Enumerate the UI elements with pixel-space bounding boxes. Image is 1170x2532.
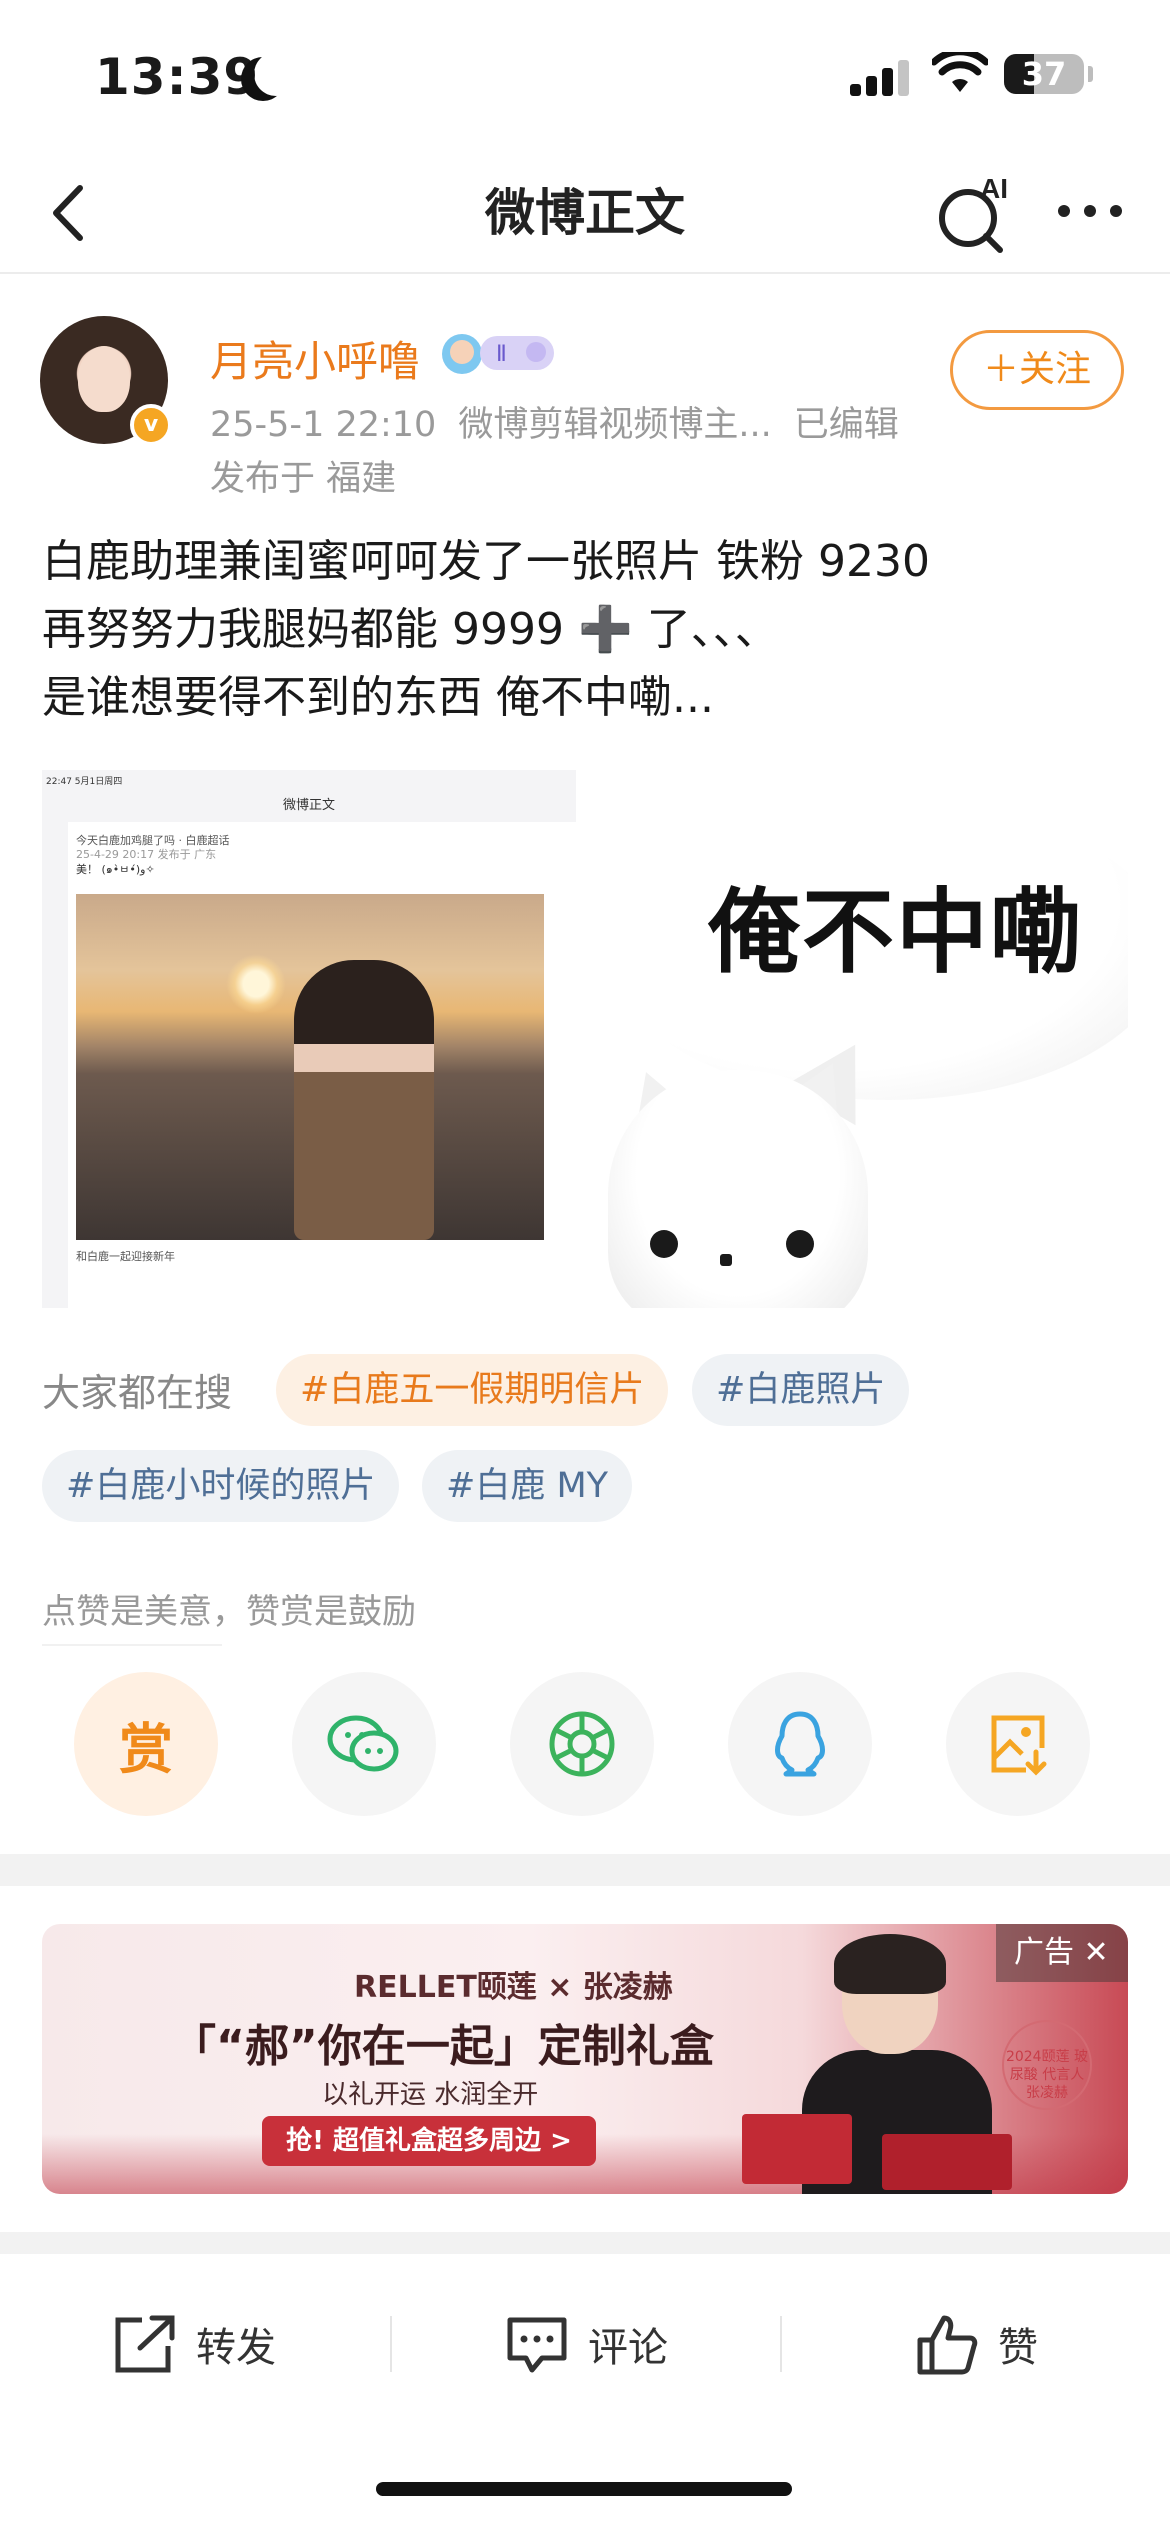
trending-tag[interactable]: #白鹿小时候的照片 [42,1450,400,1522]
reward-caption: 点赞是美意，赞赏是鼓励 [42,1592,416,1632]
mini-title: 微博正文 [282,798,335,813]
moon-icon [254,52,298,96]
trending-label: 大家都在搜 [42,1371,233,1415]
reward-label: 赏 [119,1717,173,1781]
post-location: 发布于 福建 [210,459,397,499]
like-label: 赞 [998,2325,1038,2371]
qq-icon [775,1711,825,1777]
ad-seal: 2024颐莲 玻尿酸 代言人 张凌赫 [1002,2020,1092,2110]
post-text-line: 白鹿助理兼闺蜜呵呵发了一张照片 铁粉 9230 [42,536,930,587]
share-moments-button[interactable] [510,1672,654,1816]
section-divider [0,2232,1170,2254]
ad-subline: 以礼开运 水润全开 [322,2080,539,2110]
wifi-icon [932,52,988,92]
ad-banner[interactable]: RELLET颐莲 × 张凌赫 「“郝”你在一起」定制礼盒 以礼开运 水润全开 抢… [42,1924,1128,2194]
ai-search-icon[interactable]: AI [930,168,1020,258]
divider [42,1644,222,1646]
follow-button[interactable]: ＋关注 [950,330,1124,410]
mini-status: 22:47 5月1日周四 [46,777,123,787]
edited-label[interactable]: 已编辑 [794,405,899,445]
comment-icon [507,2317,567,2373]
mini-footer: 和白鹿一起迎接新年 [76,1250,175,1263]
post-meta: 25-5-1 22:10 微博剪辑视频博主... 已编辑 [210,396,921,447]
save-image-button[interactable] [946,1672,1090,1816]
cat-eye [786,1230,814,1258]
repost-label: 转发 [196,2325,276,2371]
ad-brand: RELLET颐莲 × 张凌赫 [354,1970,673,2005]
ad-close-badge[interactable]: 广告 ✕ [996,1924,1128,1982]
post-text: 白鹿助理兼闺蜜呵呵发了一张照片 铁粉 9230 再努努力我腿妈都能 9999 ➕… [42,528,1142,732]
ai-label: AI [980,173,1008,204]
ad-person-hair [834,1934,946,1994]
trending-tag[interactable]: #白鹿 MY [422,1450,633,1522]
section-divider [0,1854,1170,1886]
meme-text: 俺不中嘞 [708,879,1085,986]
share-wechat-button[interactable] [292,1672,436,1816]
battery-cap [1088,66,1093,82]
svg-text:Ⅱ: Ⅱ [496,342,507,367]
post-image-screenshot[interactable]: 22:47 5月1日周四 微博正文 今天白鹿加鸡腿了吗 · 白鹿超话 25-4-… [42,770,576,1308]
nav-bar: 微博正文 AI [0,150,1170,274]
mini-photo [76,894,544,1240]
post-image-meme[interactable]: 俺不中嘞 [588,770,1128,1308]
bottom-toolbar: 转发 评论 赞 [0,2262,1170,2426]
comment-label: 评论 [588,2325,668,2371]
like-button[interactable]: 赞 [914,2262,1038,2426]
toolbar-separator [780,2316,782,2372]
mini-text: 美！ (๑•̀ㅂ•́)و✧ [76,863,155,876]
post-source: 微博剪辑视频博主... [458,405,772,445]
mini-girl [294,960,434,1240]
repost-button[interactable]: 转发 [112,2262,276,2426]
save-image-icon [991,1715,1047,1776]
post-date: 25-5-1 22:10 [210,405,437,445]
ad-gift-box [882,2134,1012,2190]
post-text-line: 是谁想要得不到的东西 俺不中嘞... [42,672,714,723]
battery-level: 37 [1021,55,1067,93]
share-qq-button[interactable] [728,1672,872,1816]
toolbar-separator [390,2316,392,2372]
signal-icon [850,60,910,96]
reward-button[interactable]: 赏 [74,1672,218,1816]
cat-eye [650,1230,678,1258]
ad-cta-button[interactable]: 抢! 超值礼盒超多周边 > [262,2116,596,2166]
battery-icon: 37 [1004,54,1084,94]
comment-button[interactable]: 评论 [504,2262,668,2426]
cat-illustration [608,1070,868,1308]
trending-tag[interactable]: #白鹿五一假期明信片 [276,1354,669,1426]
cat-mouth [720,1254,732,1266]
thumbs-up-icon [917,2315,978,2375]
post-text-line: 再努努力我腿妈都能 9999 ➕ 了、、、 [42,604,779,655]
trending-tag[interactable]: #白鹿照片 [692,1354,910,1426]
status-time: 13:39 [95,48,260,106]
verified-badge-icon: v [130,404,172,446]
repost-icon [115,2315,175,2373]
status-bar: 13:39 37 [0,0,1170,150]
more-icon[interactable] [1050,176,1130,246]
ad-headline: 「“郝”你在一起」定制礼盒 [172,2021,714,2072]
ad-gift-box [742,2114,852,2184]
home-indicator[interactable] [376,2482,792,2496]
moments-icon [549,1711,615,1777]
wechat-icon [327,1715,399,1772]
member-badge-icon: Ⅱ [442,334,554,374]
username[interactable]: 月亮小呼噜 [210,328,420,389]
